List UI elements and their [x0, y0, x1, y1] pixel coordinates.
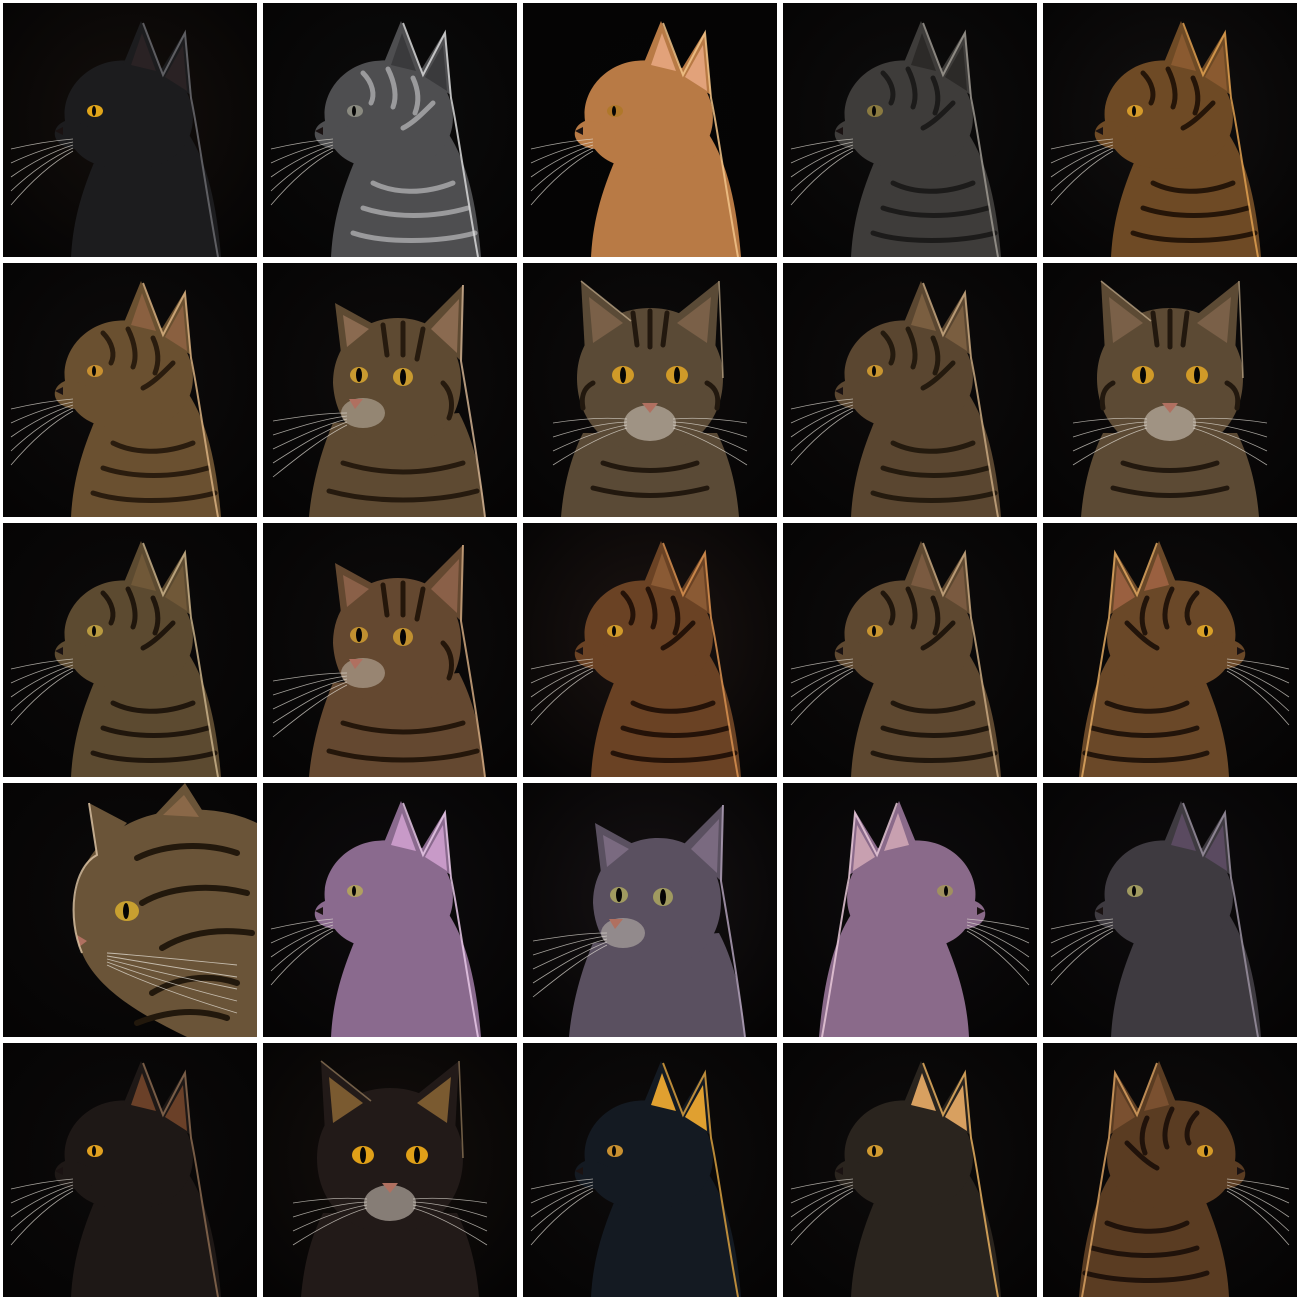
- cat-pupil: [612, 626, 616, 636]
- cat-pupil: [616, 888, 622, 902]
- cat-pupil: [872, 366, 876, 376]
- cat-portrait-lilac-sphynx-cat-profile: [263, 783, 517, 1037]
- cat-pupil: [872, 626, 876, 636]
- cat-pupil: [1204, 626, 1208, 636]
- cat-portrait-tile: [783, 523, 1037, 777]
- cat-portrait-orange-tabby-cat-profile: [523, 523, 777, 777]
- cat-portrait-tile: [523, 783, 777, 1037]
- cat-pupil: [400, 369, 406, 385]
- cat-pupil: [660, 889, 666, 905]
- cat-portrait-tile: [263, 1043, 517, 1297]
- cat-portrait-grid: [3, 3, 1297, 1297]
- cat-portrait-pink-sphynx-cat-profile-right: [783, 783, 1037, 1037]
- cat-portrait-tile: [523, 263, 777, 517]
- cat-portrait-brown-tabby-cat-front: [1043, 263, 1297, 517]
- cat-pupil: [1132, 106, 1136, 116]
- cat-portrait-brown-tabby-cat-closeup-right: [3, 783, 257, 1037]
- cat-portrait-black-cat-profile: [3, 1043, 257, 1297]
- cat-pupil: [356, 368, 362, 382]
- cat-pupil: [360, 1147, 366, 1163]
- cat-pupil: [92, 366, 96, 376]
- cat-pupil: [352, 106, 356, 116]
- cat-pupil: [944, 886, 948, 896]
- cat-portrait-tile: [523, 3, 777, 257]
- cat-pupil: [352, 886, 356, 896]
- cat-portrait-black-gold-cat-profile: [783, 1043, 1037, 1297]
- cat-pupil: [92, 1146, 96, 1156]
- cat-pupil: [620, 367, 626, 383]
- cat-muzzle: [341, 658, 385, 688]
- cat-portrait-grey-cat-profile: [1043, 783, 1297, 1037]
- cat-muzzle: [601, 918, 645, 948]
- cat-portrait-orange-tabby-cat-profile-right: [1043, 1043, 1297, 1297]
- cat-portrait-tile: [263, 783, 517, 1037]
- cat-portrait-brown-tabby-cat-profile: [783, 263, 1037, 517]
- cat-portrait-orange-tabby-cat-profile: [1043, 3, 1297, 257]
- cat-portrait-brown-tabby-cat-three-quarter: [263, 263, 517, 517]
- cat-portrait-tile: [263, 523, 517, 777]
- cat-portrait-tile: [783, 783, 1037, 1037]
- cat-portrait-tile: [1043, 1043, 1297, 1297]
- cat-portrait-orange-big-eared-cat-profile: [523, 3, 777, 257]
- cat-portrait-tile: [1043, 3, 1297, 257]
- cat-portrait-tile: [263, 3, 517, 257]
- cat-portrait-silver-sketch-cat-profile: [263, 3, 517, 257]
- cat-portrait-tile: [1043, 523, 1297, 777]
- cat-portrait-brown-tabby-cat-profile: [783, 523, 1037, 777]
- cat-pupil: [414, 1147, 420, 1163]
- cat-pupil: [1194, 367, 1200, 383]
- cat-portrait-brown-tabby-cat-front: [523, 263, 777, 517]
- cat-portrait-black-cat-profile: [3, 3, 257, 257]
- cat-muzzle: [341, 398, 385, 428]
- cat-portrait-brown-tabby-cat-profile: [3, 263, 257, 517]
- cat-portrait-tile: [1043, 263, 1297, 517]
- cat-pupil: [92, 626, 96, 636]
- cat-pupil: [1140, 367, 1146, 383]
- cat-portrait-tile: [3, 263, 257, 517]
- cat-pupil: [612, 1146, 616, 1156]
- cat-pupil: [400, 629, 406, 645]
- cat-portrait-grey-tabby-cat-profile: [783, 3, 1037, 257]
- cat-portrait-brown-tabby-kitten-three-quarter: [263, 523, 517, 777]
- cat-pupil: [872, 1146, 876, 1156]
- cat-portrait-tile: [1043, 783, 1297, 1037]
- cat-portrait-tile: [3, 523, 257, 777]
- cat-pupil: [872, 106, 876, 116]
- cat-portrait-brown-tabby-cat-profile: [3, 523, 257, 777]
- cat-portrait-tile: [783, 3, 1037, 257]
- cat-portrait-tile: [523, 523, 777, 777]
- cat-pupil: [92, 106, 96, 116]
- cat-portrait-tile: [783, 1043, 1037, 1297]
- cat-portrait-tile: [3, 783, 257, 1037]
- cat-pupil: [674, 367, 680, 383]
- cat-portrait-grey-lilac-cat-three-quarter: [523, 783, 777, 1037]
- cat-portrait-tile: [3, 1043, 257, 1297]
- cat-portrait-tile: [783, 263, 1037, 517]
- cat-pupil: [1204, 1146, 1208, 1156]
- cat-pupil: [1132, 886, 1136, 896]
- cat-portrait-black-cat-front: [263, 1043, 517, 1297]
- cat-pupil: [356, 628, 362, 642]
- cat-pupil: [123, 903, 129, 919]
- cat-portrait-tile: [263, 263, 517, 517]
- cat-portrait-black-gold-geometric-cat-profile: [523, 1043, 777, 1297]
- cat-portrait-tile: [523, 1043, 777, 1297]
- cat-portrait-orange-tabby-cat-profile-right: [1043, 523, 1297, 777]
- cat-portrait-tile: [3, 3, 257, 257]
- cat-pupil: [612, 106, 616, 116]
